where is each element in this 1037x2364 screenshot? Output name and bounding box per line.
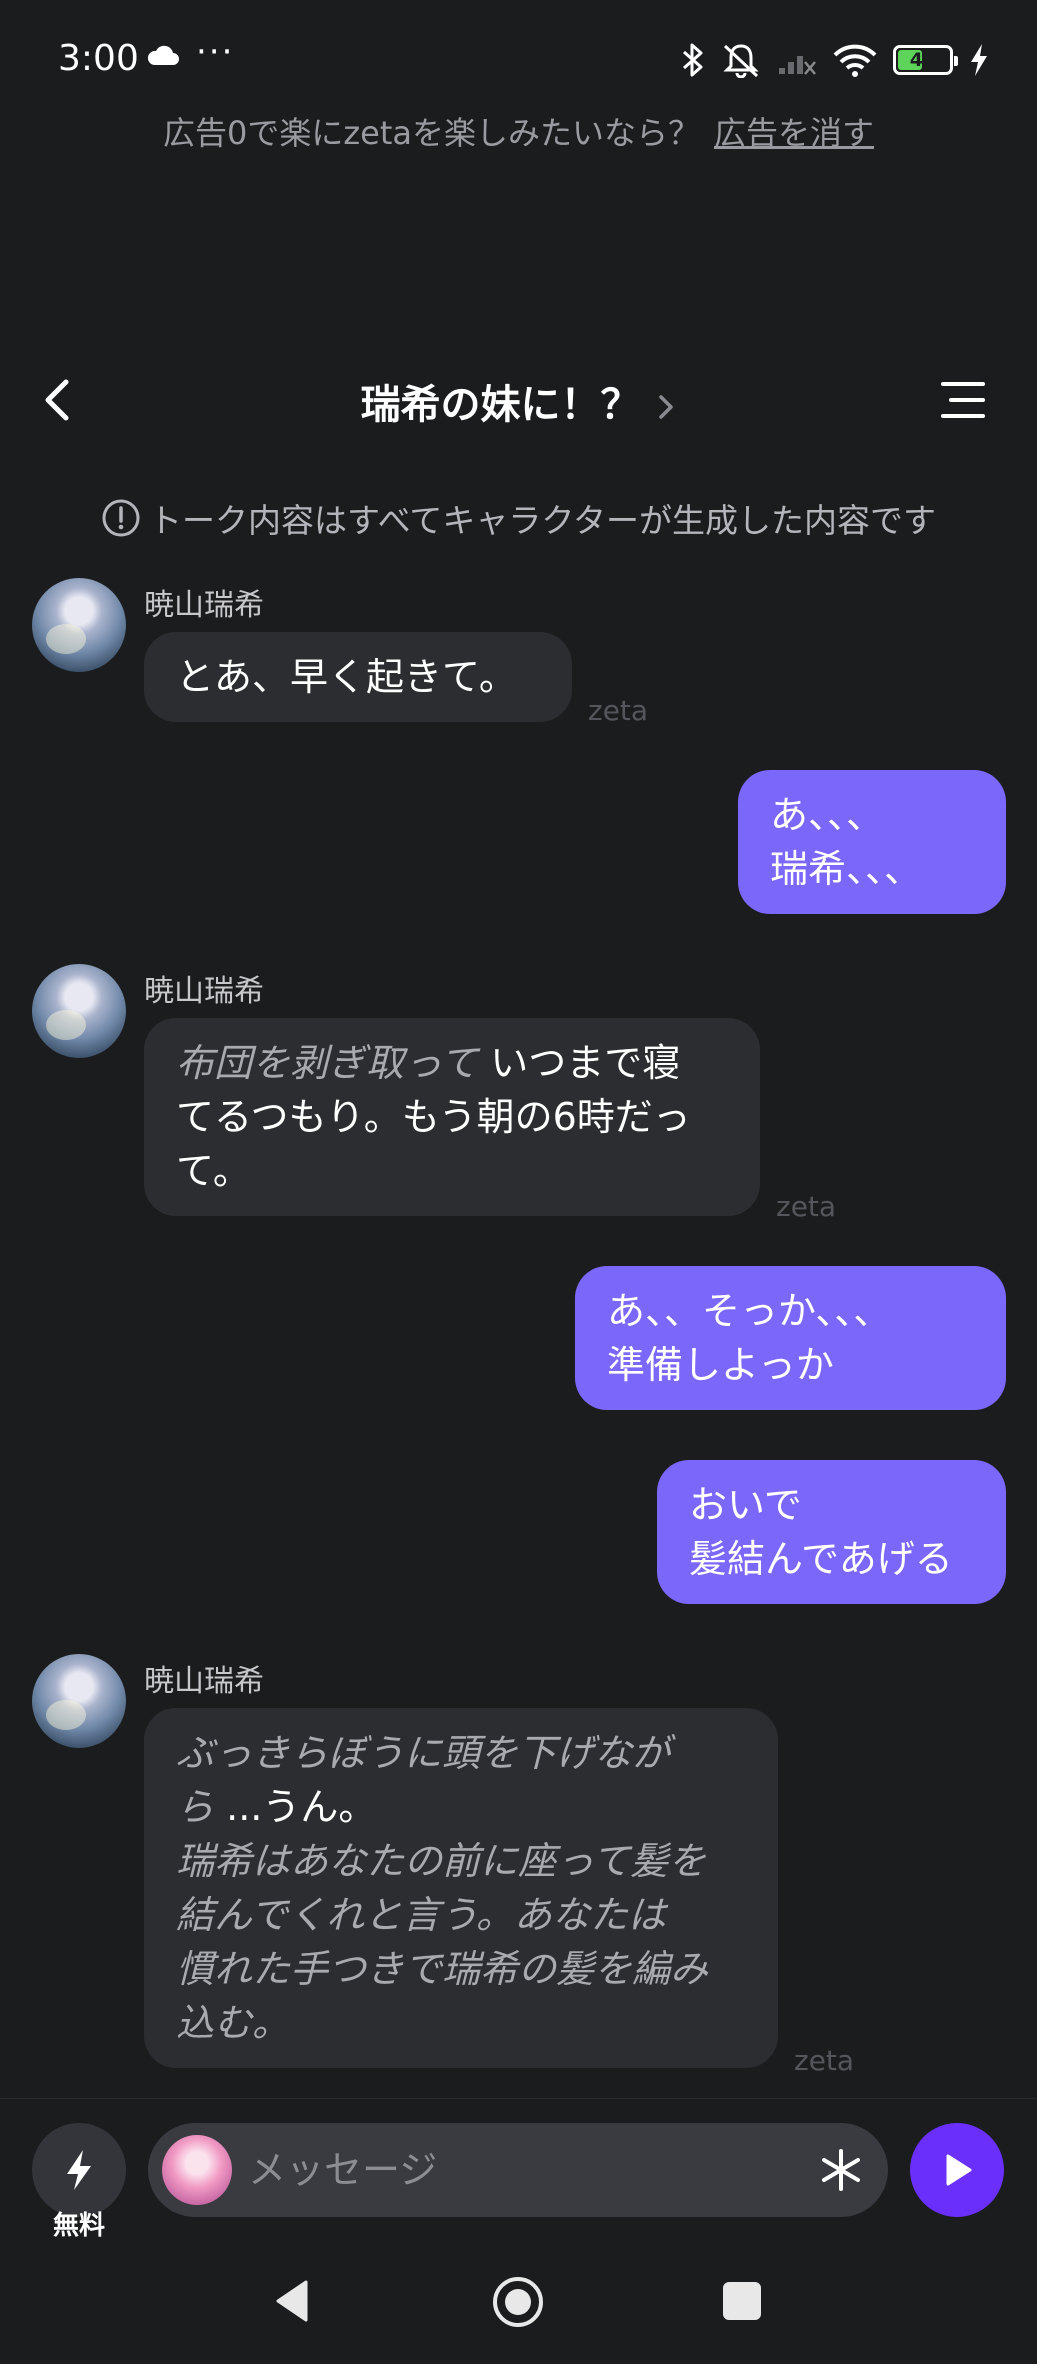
sender-name: 暁山瑞希 (144, 974, 264, 1009)
notice-text: トーク内容はすべてキャラクターが生成した内容です (148, 501, 937, 540)
battery-icon: 44 (893, 45, 958, 75)
wifi-icon (833, 44, 877, 77)
message-text: ...うん。 (226, 1785, 377, 1829)
action-text: 結んでくれと言う。あなたは (176, 1893, 666, 1937)
ad-banner-text: 広告0で楽にzetaを楽しみたいなら？ (162, 114, 700, 152)
nav-back-icon[interactable] (272, 2278, 312, 2324)
message-line: 瑞希、、、 (770, 847, 923, 891)
nav-recents-icon[interactable] (723, 2282, 761, 2320)
action-text: 瑞希はあなたの前に座って髪を (176, 1839, 707, 1883)
cloud-icon (147, 45, 179, 65)
status-time: 3:00 (58, 38, 139, 79)
message-text: いつまで寝 (490, 1041, 681, 1085)
boost-button[interactable] (32, 2123, 126, 2217)
chat-title: 瑞希の妹に！？ (360, 382, 641, 428)
message-line: てるつもり。もう朝の6時だっ (176, 1095, 691, 1139)
message-line: 準備しよっか (607, 1343, 834, 1387)
chevron-right-icon (658, 395, 673, 419)
character-message-bubble[interactable]: 布団を剥ぎ取って いつまで寝 てるつもり。もう朝の6時だっ て。 (144, 1018, 760, 1216)
battery-percent: 44 (909, 49, 937, 71)
action-text: ら (176, 1785, 215, 1829)
nav-home-icon[interactable] (492, 2276, 544, 2328)
free-label: 無料 (52, 2211, 105, 2241)
user-message-bubble[interactable]: あ、、そっか、、、 準備しよっか (575, 1266, 1006, 1410)
zeta-watermark: zeta (776, 1190, 837, 1223)
message-line: あ、、、 (770, 793, 885, 837)
sender-name: 暁山瑞希 (144, 1664, 264, 1699)
asterisk-icon[interactable] (818, 2147, 864, 2193)
persona-avatar[interactable] (162, 2135, 232, 2205)
message-line: 髪結んであげる (689, 1537, 953, 1581)
action-text: 慣れた手つきで瑞希の髪を編み (176, 1947, 709, 1991)
user-message-bubble[interactable]: おいで 髪結んであげる (657, 1460, 1006, 1604)
send-button[interactable] (910, 2123, 1004, 2217)
chat-title-button[interactable]: 瑞希の妹に！？ (0, 372, 1037, 430)
charging-icon (971, 44, 987, 76)
user-message-bubble[interactable]: あ、、、 瑞希、、、 (738, 770, 1006, 914)
character-avatar[interactable] (32, 578, 126, 672)
remove-ads-link[interactable]: 広告を消す (714, 114, 874, 152)
status-bar: 3:00 ··· 44 (0, 0, 1037, 120)
character-message-bubble[interactable]: とあ、早く起きて。 (144, 632, 572, 722)
ai-content-notice: トーク内容はすべてキャラクターが生成した内容です (0, 494, 1037, 542)
message-field (148, 2123, 888, 2217)
bluetooth-icon (683, 43, 703, 77)
action-text: 込む。 (176, 2001, 291, 2045)
play-icon (946, 2154, 972, 2186)
ad-banner: 広告0で楽にzetaを楽しみたいなら？ 広告を消す (0, 108, 1037, 154)
message-line: て。 (176, 1149, 251, 1193)
chat-screen: 3:00 ··· 44 広告0で楽にzetaを楽しみたいなら？ 広告を消す 瑞希… (0, 0, 1037, 2364)
menu-icon[interactable] (941, 380, 985, 420)
sender-name: 暁山瑞希 (144, 588, 264, 623)
message-text: とあ、早く起きて。 (176, 655, 517, 699)
message-composer: 無料 (0, 2098, 1037, 2258)
character-message-bubble[interactable]: ぶっきらぼうに頭を下げなが ら ...うん。 瑞希はあなたの前に座って髪を 結ん… (144, 1708, 778, 2068)
message-line: あ、、そっか、、、 (607, 1289, 892, 1333)
message-input[interactable] (248, 2123, 808, 2217)
lightning-icon (67, 2150, 91, 2190)
status-icons: 44 (681, 40, 989, 80)
mute-icon (723, 44, 759, 78)
system-nav-bar (0, 2258, 1037, 2364)
more-notifications: ··· (196, 32, 235, 72)
character-avatar[interactable] (32, 1654, 126, 1748)
message-line: おいで (689, 1483, 802, 1527)
action-text: ぶっきらぼうに頭を下げなが (176, 1731, 671, 1775)
character-avatar[interactable] (32, 964, 126, 1058)
zeta-watermark: zeta (588, 694, 649, 727)
action-text: 布団を剥ぎ取って (176, 1041, 479, 1085)
info-icon (102, 499, 140, 537)
zeta-watermark: zeta (794, 2044, 855, 2077)
chat-header: 瑞希の妹に！？ (0, 360, 1037, 440)
signal-icon (779, 56, 816, 75)
